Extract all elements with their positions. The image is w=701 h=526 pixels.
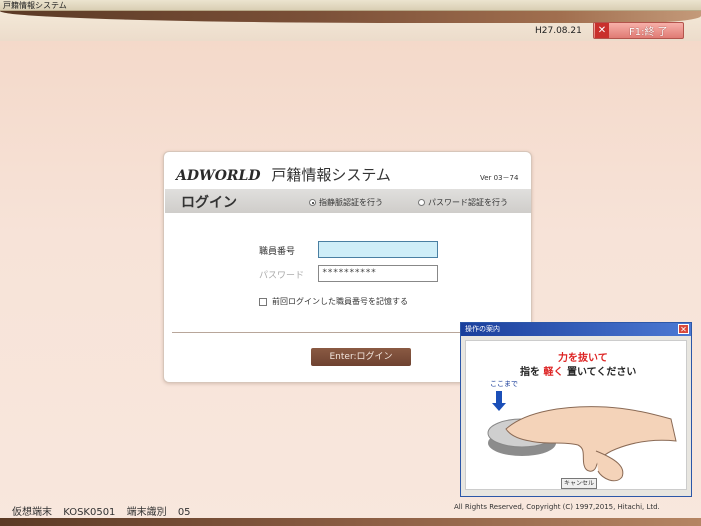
staff-number-input[interactable] xyxy=(318,241,438,258)
radio-password[interactable]: パスワード認証を行う xyxy=(418,197,508,208)
radio-fingerprint-label: 指静脈認証を行う xyxy=(319,198,383,207)
finger-guide-dialog: 操作の案内 ✕ 力を抜いて 指を 軽く 置いてください ここまで キャンセル xyxy=(460,322,692,497)
radio-password-label: パスワード認証を行う xyxy=(428,198,508,207)
current-date: H27.08.21 xyxy=(535,26,582,36)
exit-button-label: F1:終 了 xyxy=(629,27,668,38)
window-title: 戸籍情報システム xyxy=(3,1,67,10)
radio-unselected-icon xyxy=(418,199,425,206)
dialog-close-icon[interactable]: ✕ xyxy=(678,324,689,334)
password-label: パスワード xyxy=(259,271,305,281)
dialog-titlebar: 操作の案内 ✕ xyxy=(461,323,691,336)
system-name: 戸籍情報システム xyxy=(271,166,391,184)
radio-fingerprint[interactable]: 指静脈認証を行う xyxy=(309,197,383,208)
brand: ADWORLD 戸籍情報システム xyxy=(176,164,391,185)
terminal-info: 仮想端末 KOSK0501 端末識別 05 xyxy=(12,503,199,518)
terminal-value: KOSK0501 xyxy=(63,507,116,518)
remember-checkbox[interactable]: 前回ログインした職員番号を記憶する xyxy=(259,296,408,307)
terminal-id-value: 05 xyxy=(177,507,191,518)
checkbox-icon xyxy=(259,297,267,306)
staff-number-label: 職員番号 xyxy=(259,247,296,257)
exit-button[interactable]: ✕ F1:終 了 xyxy=(593,22,684,39)
cancel-button[interactable]: キャンセル xyxy=(561,478,597,489)
bottom-bar xyxy=(0,518,701,526)
login-bar: ログイン 指静脈認証を行う パスワード認証を行う xyxy=(165,189,531,213)
hand-scanner-illustration xyxy=(487,391,677,482)
version: Ver 03－74 xyxy=(480,174,519,182)
remember-label: 前回ログインした職員番号を記憶する xyxy=(272,297,408,306)
radio-selected-icon xyxy=(309,199,316,206)
password-input[interactable]: ********** xyxy=(318,265,438,282)
window-titlebar: 戸籍情報システム xyxy=(0,0,701,11)
copyright: All Rights Reserved, Copyright (C) 1997,… xyxy=(454,503,660,511)
dialog-body: 力を抜いて 指を 軽く 置いてください ここまで キャンセル xyxy=(465,340,687,490)
login-button[interactable]: Enter:ログイン xyxy=(311,348,411,366)
login-title: ログイン xyxy=(181,195,237,211)
terminal-id-label: 端末識別 xyxy=(126,507,167,518)
close-icon: ✕ xyxy=(595,23,609,38)
brand-logo: ADWORLD xyxy=(176,168,261,184)
terminal-label: 仮想端末 xyxy=(12,507,52,518)
dialog-title: 操作の案内 xyxy=(465,325,500,333)
